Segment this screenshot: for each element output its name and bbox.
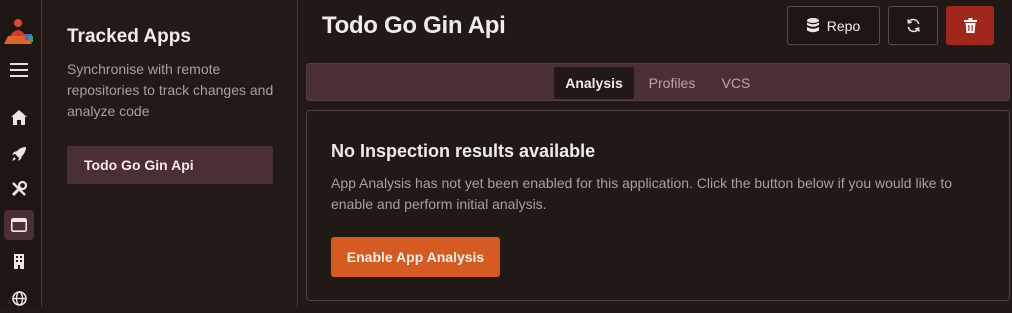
- window-icon: [11, 218, 27, 232]
- tracked-apps-panel: Tracked Apps Synchronise with remote rep…: [42, 0, 298, 307]
- building-icon: [14, 253, 24, 269]
- repo-button-label: Repo: [826, 17, 861, 34]
- page-title: Todo Go Gin Api: [322, 12, 506, 39]
- menu-button[interactable]: [4, 55, 34, 85]
- repo-button[interactable]: Repo: [787, 6, 880, 45]
- globe-icon: [11, 290, 27, 306]
- tab-profiles[interactable]: Profiles: [637, 67, 707, 99]
- panel-description: Synchronise with remote repositories to …: [67, 61, 274, 119]
- analysis-empty-state: No Inspection results available App Anal…: [306, 110, 1010, 301]
- tools-icon: [11, 181, 27, 197]
- delete-button[interactable]: [946, 6, 994, 45]
- nav-home[interactable]: [4, 102, 34, 132]
- nav-tools[interactable]: [4, 174, 34, 204]
- enable-analysis-button[interactable]: Enable App Analysis: [331, 237, 500, 277]
- nav-global[interactable]: [4, 283, 34, 313]
- refresh-icon: [906, 18, 920, 33]
- rocket-icon: [12, 147, 26, 161]
- nav-organisation[interactable]: [4, 246, 34, 276]
- refresh-button[interactable]: [888, 6, 938, 45]
- empty-state-title: No Inspection results available: [331, 141, 596, 161]
- tab-analysis[interactable]: Analysis: [554, 67, 634, 99]
- tab-bar: Analysis Profiles VCS: [306, 63, 1010, 101]
- panel-title: Tracked Apps: [67, 26, 191, 47]
- nav-rail: [0, 0, 42, 307]
- nav-deployments[interactable]: [4, 139, 34, 169]
- nav-apps[interactable]: [4, 210, 34, 240]
- app-logo[interactable]: [1, 14, 35, 48]
- database-icon: [806, 18, 819, 33]
- app-list-item-label: Todo Go Gin Api: [84, 157, 194, 173]
- menu-icon: [10, 63, 28, 77]
- tab-vcs[interactable]: VCS: [709, 67, 763, 99]
- trash-icon: [963, 18, 977, 33]
- home-icon: [11, 109, 27, 125]
- empty-state-message: App Analysis has not yet been enabled fo…: [331, 175, 953, 212]
- app-list-item[interactable]: Todo Go Gin Api: [67, 146, 273, 184]
